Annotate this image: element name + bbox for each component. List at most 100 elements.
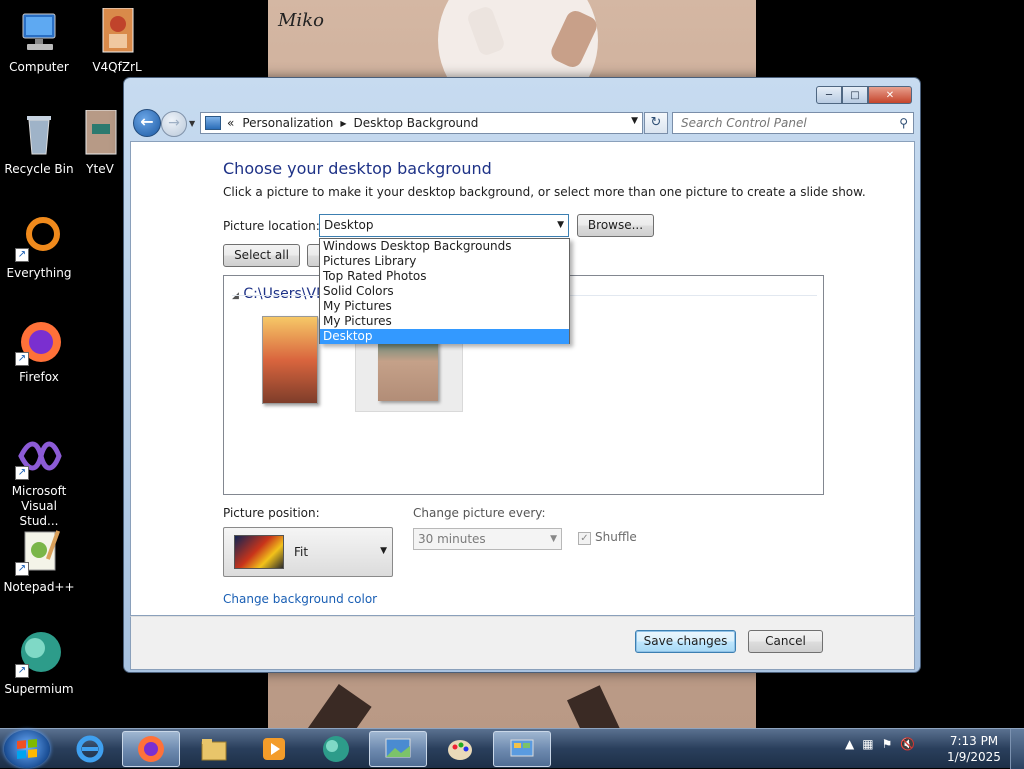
clock-time: 7:13 PM xyxy=(949,734,999,748)
breadcrumb-desktop-background[interactable]: Desktop Background xyxy=(353,116,478,130)
caption-buttons: ─ □ ✕ xyxy=(816,86,912,104)
dropdown-option[interactable]: Pictures Library xyxy=(320,254,569,269)
volume-muted-icon[interactable]: 🔇 xyxy=(900,737,915,751)
picture-location-value: Desktop xyxy=(324,218,374,232)
navigation-bar: ← → ▼ « Personalization ▶ Desktop Backgr… xyxy=(130,109,916,137)
control-panel-icon xyxy=(510,739,534,757)
desktop-icon-visual-studio[interactable]: ↗ Microsoft Visual Stud... xyxy=(0,432,78,529)
picture-group-header[interactable]: ◢ C:\Users\VM xyxy=(232,286,328,302)
maximize-button[interactable]: □ xyxy=(842,86,868,104)
picture-location-dropdown-list: Windows Desktop Backgrounds Pictures Libr… xyxy=(319,238,570,344)
page-description: Click a picture to make it your desktop … xyxy=(223,185,866,199)
search-box[interactable]: ⚲ xyxy=(672,112,914,134)
desktop-icon-label: Firefox xyxy=(19,370,59,384)
taskbar-paint[interactable] xyxy=(431,731,489,767)
show-hidden-icons-icon[interactable]: ▲ xyxy=(845,737,854,751)
clock[interactable]: 7:13 PM 1/9/2025 xyxy=(944,733,1004,765)
change-picture-every-select[interactable]: 30 minutes ▼ xyxy=(413,528,562,550)
wallpaper-art xyxy=(567,685,625,728)
desktop-icon-label: Everything xyxy=(6,266,72,280)
everything-search-icon: ↗ xyxy=(15,214,63,262)
network-icon[interactable]: ▦ xyxy=(862,737,873,751)
save-changes-button[interactable]: Save changes xyxy=(635,630,736,653)
breadcrumb-chevron-icon[interactable]: ▶ xyxy=(340,119,346,128)
change-background-color-link[interactable]: Change background color xyxy=(223,592,377,606)
close-button[interactable]: ✕ xyxy=(868,86,912,104)
picture-location-select[interactable]: Desktop ▼ xyxy=(319,214,569,237)
shortcut-arrow-icon: ↗ xyxy=(15,352,29,366)
page-title: Choose your desktop background xyxy=(223,159,492,178)
picture-thumbnail[interactable] xyxy=(262,316,318,404)
shuffle-label: Shuffle xyxy=(595,530,637,544)
search-input[interactable] xyxy=(679,115,879,131)
show-desktop-button[interactable] xyxy=(1010,729,1024,769)
taskbar-control-panel[interactable] xyxy=(493,731,551,767)
desktop-icon-notepad-plus-plus[interactable]: ↗ Notepad++ xyxy=(0,528,78,595)
address-bar[interactable]: « Personalization ▶ Desktop Background ▼ xyxy=(200,112,643,134)
desktop-icon-file[interactable]: YteV xyxy=(70,110,130,177)
change-picture-every-label: Change picture every: xyxy=(413,506,546,520)
image-file-icon xyxy=(93,7,141,56)
chevron-down-icon: ▼ xyxy=(557,220,564,230)
desktop-icon-label: Recycle Bin xyxy=(4,162,74,176)
supermium-icon xyxy=(323,736,349,762)
desktop-icon-everything[interactable]: ↗ Everything xyxy=(0,214,78,281)
dropdown-option[interactable]: My Pictures xyxy=(320,299,569,314)
paint-palette-icon xyxy=(448,740,472,760)
collapse-icon[interactable]: ◢ xyxy=(232,291,239,301)
position-preview-icon xyxy=(234,535,284,569)
clock-date: 1/9/2025 xyxy=(947,750,1001,764)
recycle-bin-icon xyxy=(15,110,63,158)
windows-logo-icon xyxy=(17,738,37,760)
desktop-icon-file[interactable]: V4QfZrL xyxy=(78,7,156,75)
search-icon[interactable]: ⚲ xyxy=(899,116,908,130)
picture-group-path: C:\Users\VM xyxy=(243,286,329,302)
cancel-button[interactable]: Cancel xyxy=(748,630,823,653)
shortcut-arrow-icon: ↗ xyxy=(15,664,29,678)
wallpaper-art xyxy=(304,683,372,728)
dropdown-option[interactable]: Desktop xyxy=(320,329,569,344)
desktop-background-window: ─ □ ✕ ← → ▼ « Personalization ▶ Desktop … xyxy=(123,77,921,673)
desktop-icon-firefox[interactable]: ↗ Firefox xyxy=(0,318,78,385)
dropdown-option[interactable]: Solid Colors xyxy=(320,284,569,299)
breadcrumb-personalization[interactable]: Personalization xyxy=(242,116,333,130)
taskbar-media-player[interactable] xyxy=(245,731,303,767)
taskbar-firefox[interactable] xyxy=(122,731,180,767)
minimize-button[interactable]: ─ xyxy=(816,86,842,104)
back-button[interactable]: ← xyxy=(133,109,161,137)
start-button[interactable] xyxy=(4,730,50,768)
picture-location-label: Picture location: xyxy=(223,219,320,233)
desktop-icon-computer[interactable]: Computer xyxy=(0,8,78,75)
content-panel: Choose your desktop background Click a p… xyxy=(130,141,915,616)
shortcut-arrow-icon: ↗ xyxy=(15,466,29,480)
refresh-button[interactable]: ↻ xyxy=(644,112,668,134)
dropdown-option[interactable]: Top Rated Photos xyxy=(320,269,569,284)
forward-button[interactable]: → xyxy=(161,111,187,137)
desktop-background-icon xyxy=(385,738,411,758)
recent-pages-dropdown-icon[interactable]: ▼ xyxy=(189,119,195,128)
desktop-icon-supermium[interactable]: ↗ Supermium xyxy=(0,630,78,697)
address-dropdown-icon[interactable]: ▼ xyxy=(631,116,638,126)
control-panel-icon xyxy=(205,116,221,130)
folder-icon xyxy=(201,739,227,761)
taskbar-supermium[interactable] xyxy=(307,731,365,767)
select-all-button[interactable]: Select all xyxy=(223,244,300,267)
taskbar-file-explorer[interactable] xyxy=(185,731,243,767)
shuffle-checkbox[interactable]: ✓ xyxy=(578,532,591,545)
picture-position-value: Fit xyxy=(294,545,309,559)
shortcut-arrow-icon: ↗ xyxy=(15,248,29,262)
desktop-icon-recycle-bin[interactable]: Recycle Bin xyxy=(0,110,78,177)
taskbar: ▲ ▦ ⚑ 🔇 7:13 PM 1/9/2025 xyxy=(0,728,1024,769)
desktop-icon-label: Supermium xyxy=(4,682,74,696)
action-center-flag-icon[interactable]: ⚑ xyxy=(882,737,893,751)
dropdown-option[interactable]: Windows Desktop Backgrounds xyxy=(320,239,569,254)
wallpaper-signature: Miko xyxy=(278,10,324,31)
browse-button[interactable]: Browse... xyxy=(577,214,654,237)
supermium-icon: ↗ xyxy=(15,630,63,678)
picture-position-select[interactable]: Fit ▼ xyxy=(223,527,393,577)
dropdown-option[interactable]: My Pictures xyxy=(320,314,569,329)
desktop-icon-label: V4QfZrL xyxy=(92,60,142,74)
breadcrumb-overflow[interactable]: « xyxy=(227,116,234,130)
taskbar-desktop-background[interactable] xyxy=(369,731,427,767)
taskbar-internet-explorer[interactable] xyxy=(61,731,119,767)
